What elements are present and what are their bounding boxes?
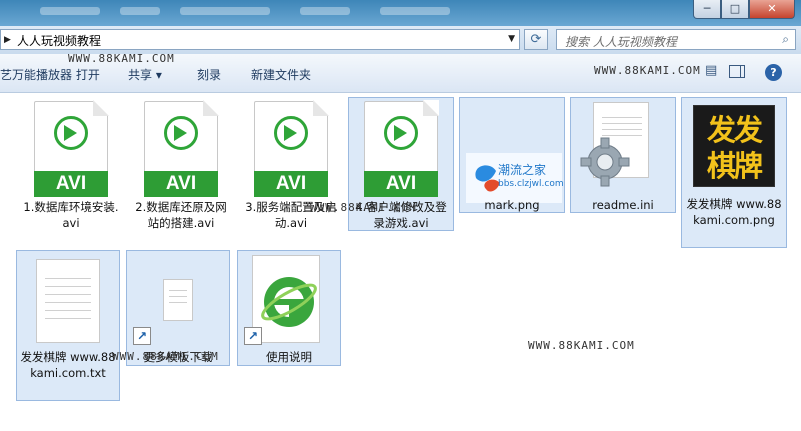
blurred-title: [300, 7, 350, 15]
file-label: readme.ini: [592, 198, 654, 212]
blurred-title: [40, 7, 100, 15]
file-label: 1.数据库环境安装.avi: [23, 200, 119, 230]
file-item-template-shortcut[interactable]: ↗ 更多模板下载: [126, 250, 230, 366]
file-label: mark.png: [484, 198, 540, 212]
avi-badge: AVI: [144, 171, 218, 197]
file-item-avi-1[interactable]: AVI 1.数据库环境安装.avi: [18, 98, 124, 232]
close-button[interactable]: ✕: [749, 0, 795, 19]
qipai-logo-text: 发发棋牌: [706, 113, 763, 183]
minimize-button[interactable]: ─: [693, 0, 721, 19]
txt-file-icon: [36, 259, 100, 343]
chevron-down-icon[interactable]: ▼: [508, 34, 515, 44]
shortcut-file-icon: [163, 279, 193, 321]
chevron-right-icon: ▶: [4, 35, 11, 45]
view-options-icon[interactable]: ▤: [705, 63, 717, 81]
watermark: WWW.88KAMI.COM: [594, 64, 701, 77]
search-input[interactable]: 搜索 人人玩视频教程 ⌕: [556, 29, 796, 50]
search-placeholder: 搜索 人人玩视频教程: [565, 35, 677, 49]
watermark: WWW.88KAMI.COM: [310, 201, 417, 214]
mark-logo-text: 潮流之家: [498, 163, 547, 177]
blurred-title: [180, 7, 270, 15]
file-item-mark-png[interactable]: 潮流之家 bbs.clzjwl.com mark.png: [459, 97, 565, 213]
file-item-usage-shortcut[interactable]: ↗ 使用说明: [237, 250, 341, 366]
address-row: ▶ 人人玩视频教程 ▼ ⟳ 搜索 人人玩视频教程 ⌕: [0, 26, 801, 54]
watermark: WWW.88KAMI.COM: [68, 52, 175, 65]
file-label: 发发棋牌 www.88kami.com.txt: [20, 350, 116, 380]
avi-file-icon: AVI: [144, 100, 219, 197]
file-item-qipai-txt[interactable]: 发发棋牌 www.88kami.com.txt: [16, 250, 120, 401]
search-icon[interactable]: ⌕: [782, 32, 789, 47]
maximize-button[interactable]: □: [721, 0, 749, 19]
open-with-button[interactable]: 艺万能播放器 打开: [0, 66, 100, 83]
blurred-title: [380, 7, 450, 15]
address-bar[interactable]: ▶ 人人玩视频教程 ▼: [0, 29, 520, 50]
file-label: 2.数据库还原及网站的搭建.avi: [135, 200, 227, 230]
watermark: WWW.88KAMI.COM: [112, 350, 219, 363]
new-folder-button[interactable]: 新建文件夹: [251, 66, 311, 83]
title-bar: ─ □ ✕: [0, 0, 801, 26]
preview-pane-icon[interactable]: [729, 65, 745, 78]
qipai-image: 发发棋牌: [693, 105, 775, 187]
avi-badge: AVI: [364, 171, 438, 197]
help-button[interactable]: ?: [765, 64, 782, 81]
avi-file-icon: AVI: [364, 100, 439, 197]
avi-file-icon: AVI: [254, 100, 329, 197]
avi-badge: AVI: [34, 171, 108, 197]
file-label: 发发棋牌 www.88kami.com.png: [686, 197, 782, 227]
gear-icon: [580, 137, 630, 187]
file-label: 使用说明: [266, 350, 312, 364]
file-item-qipai-png[interactable]: 发发棋牌 发发棋牌 www.88kami.com.png: [681, 97, 787, 248]
avi-file-icon: AVI: [34, 100, 109, 197]
breadcrumb[interactable]: 人人玩视频教程: [17, 32, 101, 49]
burn-button[interactable]: 刻录: [197, 66, 221, 83]
file-item-readme-ini[interactable]: readme.ini: [570, 97, 676, 213]
watermark: WWW.88KAMI.COM: [528, 339, 635, 352]
mark-logo-url: bbs.clzjwl.com: [498, 179, 564, 189]
window-controls: ─ □ ✕: [693, 0, 795, 19]
refresh-icon: ⟳: [530, 32, 542, 47]
refresh-button[interactable]: ⟳: [524, 29, 548, 50]
file-item-avi-2[interactable]: AVI 2.数据库还原及网站的搭建.avi: [128, 98, 234, 232]
blurred-title: [120, 7, 160, 15]
ie-logo-icon: [261, 277, 317, 327]
avi-badge: AVI: [254, 171, 328, 197]
shortcut-arrow-icon: ↗: [244, 327, 262, 345]
share-button[interactable]: 共享 ▾: [128, 66, 162, 83]
shortcut-arrow-icon: ↗: [133, 327, 151, 345]
